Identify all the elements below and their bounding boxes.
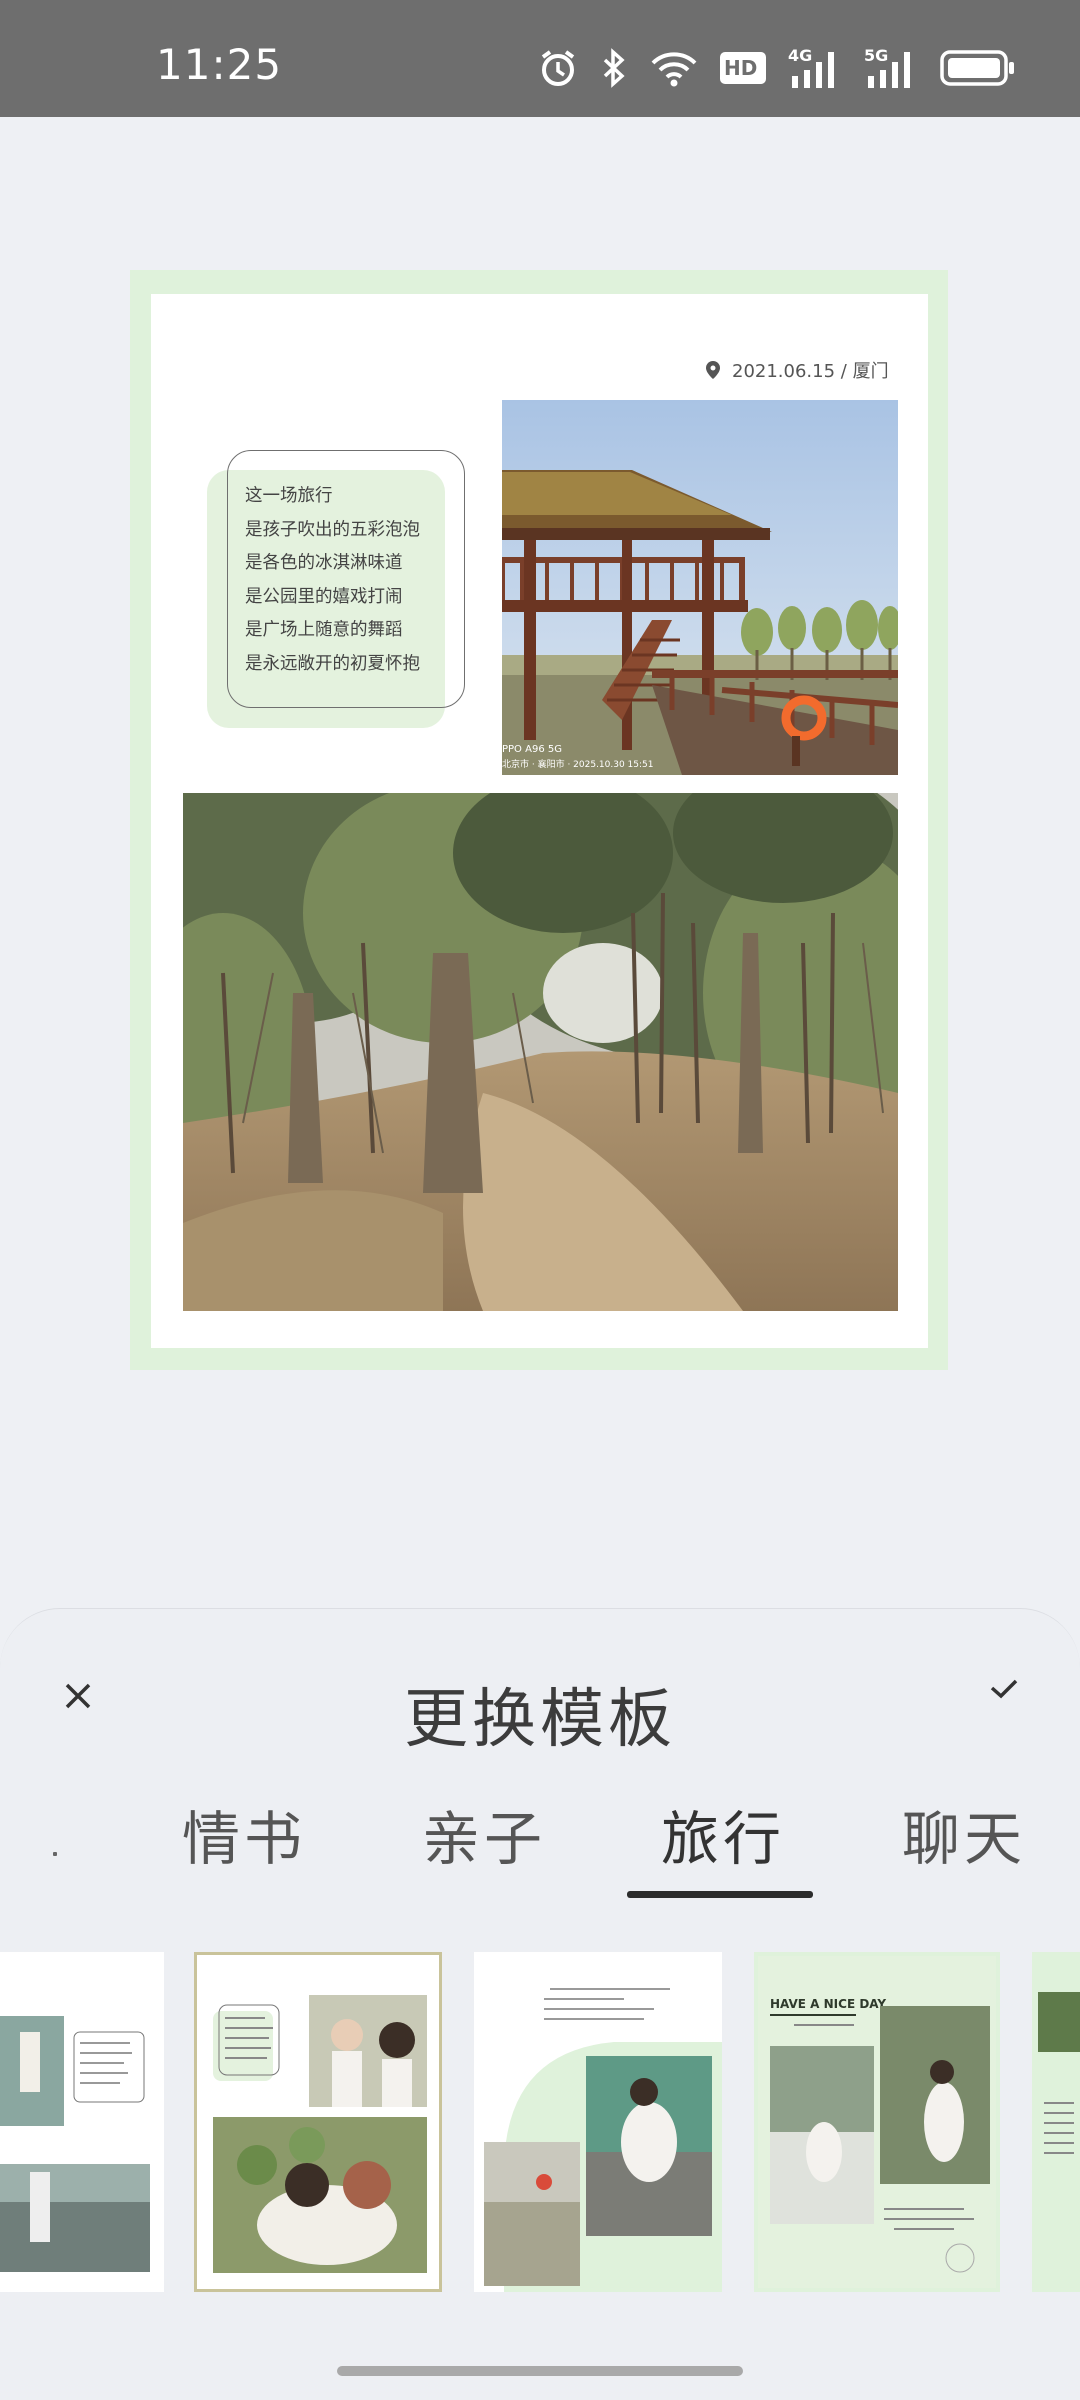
tab-qinzi[interactable]: 亲子	[422, 1792, 546, 1876]
active-tab-indicator	[627, 1891, 813, 1898]
poem-text[interactable]: 这一场旅行 是孩子吹出的五彩泡泡 是各色的冰淇淋味道 是公园里的嬉戏打闹 是广场…	[245, 480, 465, 681]
photo-forest[interactable]	[183, 793, 898, 1311]
battery-icon	[940, 49, 1016, 87]
template-thumbnail[interactable]	[1032, 1952, 1080, 2292]
hd-icon: HD	[720, 52, 766, 84]
poem-line: 是孩子吹出的五彩泡泡	[245, 519, 420, 540]
date-location-text: 2021.06.15 / 厦门	[732, 361, 889, 382]
sheet-title: 更换模板	[404, 1683, 676, 1757]
template-category-tabs: 情书 亲子 旅行 聊天	[0, 1792, 1080, 1892]
template-thumbnail[interactable]	[474, 1952, 722, 2292]
poem-line: 是广场上随意的舞蹈	[245, 620, 403, 640]
photo-pavilion[interactable]: PPO A96 5G 北京市 · 襄阳市 · 2025.10.30 15:51	[502, 400, 898, 775]
thumbnail-heading: HAVE A NICE DAY	[770, 1997, 886, 2011]
status-icons: HD 4G 5G	[538, 44, 1016, 92]
status-bar: 11:25 HD 4G 5G	[0, 0, 1080, 117]
poem-line: 是公园里的嬉戏打闹	[245, 586, 403, 607]
template-thumbnails: HAVE A NICE DAY	[0, 1952, 1080, 2294]
tab-lvxing[interactable]: 旅行	[661, 1792, 785, 1876]
poem-line: 是各色的冰淇淋味道	[245, 553, 403, 573]
bluetooth-icon	[600, 48, 628, 88]
poem-line: 这一场旅行	[245, 486, 333, 506]
confirm-button[interactable]	[978, 1665, 1030, 1713]
signal-5g-icon: 5G	[864, 46, 918, 88]
wifi-icon	[650, 49, 698, 87]
location-pin-icon	[706, 361, 720, 379]
alarm-icon	[538, 48, 578, 88]
poem-line: 是永远敞开的初夏怀抱	[245, 653, 420, 674]
template-thumbnail-selected[interactable]	[194, 1952, 442, 2292]
photo-watermark-model: PPO A96 5G	[502, 744, 562, 755]
tab-liaotian[interactable]: 聊天	[902, 1792, 1026, 1876]
photo-watermark-location: 北京市 · 襄阳市 · 2025.10.30 15:51	[502, 758, 654, 770]
home-indicator[interactable]	[337, 2366, 743, 2376]
tab-qingshu[interactable]: 情书	[182, 1792, 306, 1876]
template-thumbnail[interactable]	[0, 1952, 164, 2292]
date-location: 2021.06.15 / 厦门	[706, 357, 889, 383]
check-icon	[990, 1679, 1018, 1699]
template-thumbnail[interactable]: HAVE A NICE DAY	[754, 1952, 1000, 2292]
signal-4g-icon: 4G	[788, 46, 842, 88]
status-time: 11:25	[156, 40, 283, 89]
